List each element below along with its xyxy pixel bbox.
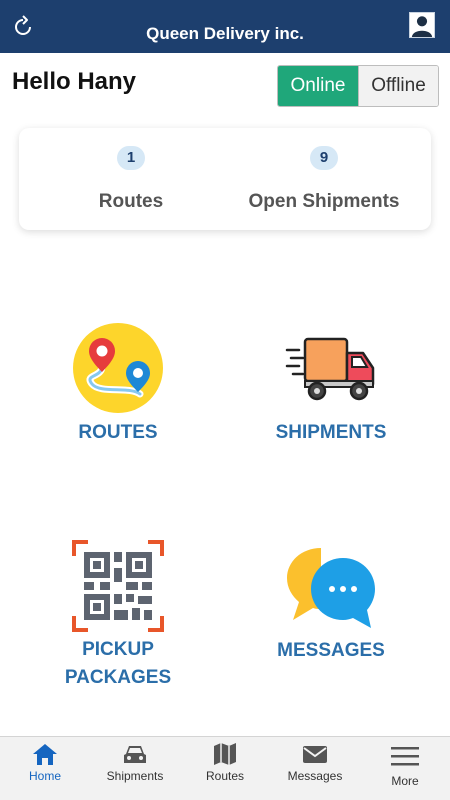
open-shipments-count-badge: 9 xyxy=(310,146,338,170)
online-button[interactable]: Online xyxy=(278,66,358,106)
shipments-tile-label: SHIPMENTS xyxy=(275,422,387,443)
profile-avatar-icon[interactable] xyxy=(409,12,435,38)
bottom-navigation: Home Shipments Routes Messages More xyxy=(0,736,450,800)
route-map-icon xyxy=(73,323,163,413)
summary-card: 1 Routes 9 Open Shipments xyxy=(19,128,431,230)
qr-code-scan-icon xyxy=(72,540,164,632)
nav-shipments-label: Shipments xyxy=(106,769,164,783)
messages-tile-label: MESSAGES xyxy=(277,640,385,661)
pickup-packages-label-line2: PACKAGES xyxy=(64,667,172,688)
greeting-text: Hello Hany xyxy=(12,68,137,95)
delivery-truck-icon xyxy=(285,337,375,401)
pickup-packages-tile[interactable]: PICKUP PACKAGES xyxy=(18,540,218,692)
pickup-packages-label-line1: PICKUP xyxy=(82,639,154,660)
nav-routes-label: Routes xyxy=(205,769,245,783)
routes-count-badge: 1 xyxy=(117,146,145,170)
car-icon xyxy=(124,746,146,763)
nav-messages[interactable]: Messages xyxy=(270,737,360,800)
menu-icon xyxy=(391,747,419,766)
open-shipments-stat[interactable]: 9 Open Shipments xyxy=(221,128,427,230)
routes-stat-label: Routes xyxy=(98,191,164,212)
offline-button[interactable]: Offline xyxy=(358,66,438,106)
routes-tile-label: ROUTES xyxy=(78,422,158,443)
shipments-tile[interactable]: SHIPMENTS xyxy=(231,336,431,447)
status-toggle: Online Offline xyxy=(277,65,439,107)
nav-messages-label: Messages xyxy=(287,769,343,783)
routes-stat[interactable]: 1 Routes xyxy=(28,128,234,230)
nav-more[interactable]: More xyxy=(360,737,450,800)
app-header: Queen Delivery inc. xyxy=(0,0,450,53)
envelope-icon xyxy=(303,746,327,763)
nav-home-label: Home xyxy=(28,769,61,783)
chat-bubbles-icon xyxy=(287,548,375,628)
app-title: Queen Delivery inc. xyxy=(146,24,304,43)
routes-tile[interactable]: ROUTES xyxy=(18,322,218,447)
nav-home[interactable]: Home xyxy=(0,737,90,800)
map-icon xyxy=(214,743,236,765)
open-shipments-stat-label: Open Shipments xyxy=(248,191,400,212)
nav-more-label: More xyxy=(391,774,419,788)
nav-routes[interactable]: Routes xyxy=(180,737,270,800)
home-icon xyxy=(33,744,57,765)
messages-tile[interactable]: MESSAGES xyxy=(231,544,431,665)
nav-shipments[interactable]: Shipments xyxy=(90,737,180,800)
